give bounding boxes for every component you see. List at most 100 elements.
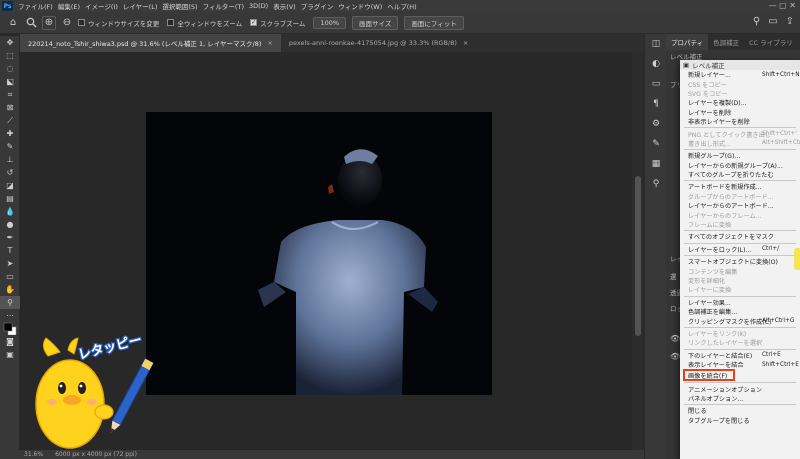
context-menu-item[interactable]: パネルオプション... [680,394,800,403]
screen-mode-icon[interactable]: ▣ [0,348,20,361]
tab-properties[interactable]: プロパティ [666,34,709,50]
visibility-eye-icon[interactable]: 👁 [670,334,680,343]
checkbox-box[interactable] [167,19,175,26]
workspace-icon[interactable]: ▭ [768,16,777,27]
brush-settings-icon[interactable]: ✎ [645,134,667,154]
context-menu-item[interactable]: 表示レイヤーを結合 Shift+Ctrl+E [680,360,800,370]
fit-screen-button[interactable]: 画面サイズ [352,15,399,30]
zoom-tool-icon[interactable] [24,16,38,30]
context-menu-item[interactable]: 非表示レイヤーを削除 [680,117,800,126]
type-tool-icon[interactable]: T [0,244,20,257]
menu-3d[interactable]: 3D(D) [249,2,268,10]
menu-item-label: コンテンツを編集 [688,268,738,276]
close-icon[interactable]: × [463,39,468,47]
document-image[interactable] [146,112,492,395]
context-menu-item[interactable]: レイヤー効果... [680,298,800,307]
context-menu-item[interactable]: スマートオブジェクトに変換(O) [680,257,800,266]
menu-filter[interactable]: フィルター(T) [203,1,244,11]
menu-layer[interactable]: レイヤー(L) [123,1,158,11]
comment-icon[interactable]: ▭ [645,74,667,94]
zoom-level[interactable]: 31.6% [24,451,43,458]
pen-tool-icon[interactable]: ✒ [0,231,20,244]
context-menu-item[interactable]: アニメーションオプション [680,384,800,394]
context-menu-item[interactable]: レイヤーからの新規グループ(A)... [680,161,800,170]
swatches-icon[interactable]: ▦ [645,154,667,174]
context-menu-item[interactable]: 新規レイヤー... Shift+Ctrl+N [680,70,800,80]
canvas-vertical-scrollbar[interactable] [632,52,644,450]
zoom-100-button[interactable]: 100% [313,16,347,29]
marquee-tool-icon[interactable]: ⬚ [0,49,20,62]
zoom-out-icon[interactable]: ⊖ [60,16,74,30]
quick-mask-icon[interactable]: ◙ [0,335,20,348]
crop-tool-icon[interactable]: ⌗ [0,88,20,101]
hand-tool-icon[interactable]: ✋ [0,283,20,296]
fill-screen-button[interactable]: 画面にフィット [404,15,464,30]
clone-stamp-icon[interactable]: ⊥ [0,153,20,166]
context-menu-item[interactable]: レイヤーからのアートボード... [680,201,800,210]
menu-view[interactable]: 表示(V) [273,1,296,11]
history-icon[interactable]: ◫ [645,34,667,54]
paragraph-icon[interactable]: ¶ [645,94,667,114]
menu-window[interactable]: ウィンドウ(W) [338,1,382,11]
context-menu-item[interactable]: レイヤーを削除 [680,108,800,117]
context-menu-item[interactable]: すべてのグループを折りたたむ [680,170,800,179]
adjustments-icon[interactable]: ⚙ [645,114,667,134]
menu-file[interactable]: ファイル(F) [18,1,53,11]
scrollbar-thumb[interactable] [635,176,641,336]
tab-jpg-document[interactable]: pexels-anni-roenkae-4175054.jpg @ 33.3% … [281,34,476,52]
gradient-tool-icon[interactable]: ▤ [0,192,20,205]
tab-psd-document[interactable]: 220214_noto_Tshir_shiwa3.psd @ 31.6% (レベ… [20,34,281,52]
dodge-tool-icon[interactable]: ● [0,218,20,231]
eraser-tool-icon[interactable]: ◪ [0,179,20,192]
eyedropper-tool-icon[interactable]: ⟋ [0,114,20,127]
menu-select[interactable]: 選択範囲(S) [162,1,197,11]
home-icon[interactable]: ⌂ [6,16,20,30]
context-menu-item[interactable]: レイヤーを複製(D)... [680,98,800,107]
menu-item-flatten-image[interactable]: 画像を統合(F) [683,369,735,382]
photoshop-logo[interactable]: Ps [2,1,13,11]
brush-tool-icon[interactable]: ✎ [0,140,20,153]
menu-edit[interactable]: 編集(E) [58,1,80,11]
color-icon[interactable]: ◐ [645,54,667,74]
resize-windows-checkbox[interactable]: ウィンドウサイズを変更 [78,18,159,28]
context-menu-item[interactable]: 色調補正を編集... [680,307,800,316]
path-select-icon[interactable]: ➤ [0,257,20,270]
history-brush-icon[interactable]: ↺ [0,166,20,179]
window-controls-icon[interactable]: — ▢ ✕ [769,1,796,10]
tab-cc-libraries[interactable]: CC ライブラリ [744,37,798,47]
menu-image[interactable]: イメージ(I) [85,1,118,11]
context-menu-item[interactable]: すべてのオブジェクトをマスク [680,232,800,241]
menu-separator [684,295,796,297]
object-select-tool-icon[interactable]: ⬕ [0,75,20,88]
color-swatches-icon[interactable] [0,322,20,335]
context-menu-item[interactable]: 閉じる [680,406,800,415]
blur-tool-icon[interactable]: 💧 [0,205,20,218]
context-menu-item[interactable]: アートボードを新規作成... [680,182,800,191]
frame-tool-icon[interactable]: ⊠ [0,101,20,114]
tool-presets-icon[interactable]: ⚲ [645,174,667,194]
checkbox-box[interactable] [78,19,85,26]
menu-help[interactable]: ヘルプ(H) [387,1,416,11]
visibility-eye-icon[interactable]: 👁 [670,352,680,361]
checkbox-checked[interactable]: ✓ [250,19,258,26]
select-label[interactable]: 選 [670,271,677,281]
zoom-in-icon[interactable]: ⊕ [42,15,56,30]
lasso-tool-icon[interactable]: ◌ [0,62,20,75]
context-menu-item[interactable]: レイヤーをロック(L)... Ctrl+/ [680,245,800,254]
shape-tool-icon[interactable]: ▭ [0,270,20,283]
context-menu-item[interactable]: 下のレイヤーと結合(E) Ctrl+E [680,351,800,360]
tab-adjustments[interactable]: 色調補正 [708,37,744,47]
more-tools-icon[interactable]: ⋯ [0,309,20,322]
share-icon[interactable]: ⇪ [786,16,794,27]
healing-brush-icon[interactable]: ✚ [0,127,20,140]
zoom-all-windows-checkbox[interactable]: 全ウィンドウをズーム [167,18,242,28]
context-menu-item[interactable]: クリッピングマスクを作成(C) Alt+Ctrl+G [680,316,800,326]
menu-plugins[interactable]: プラグイン [301,1,334,11]
zoom-tool-icon[interactable]: ⚲ [0,296,20,309]
search-icon[interactable]: ⚲ [753,16,760,27]
scrubby-zoom-checkbox[interactable]: ✓ スクラブズーム [250,18,305,28]
context-menu-item[interactable]: 新規グループ(G)... [680,151,800,160]
context-menu-item[interactable]: タブグループを閉じる [680,416,800,425]
close-icon[interactable]: × [267,39,272,47]
move-tool-icon[interactable]: ✥ [0,36,20,49]
